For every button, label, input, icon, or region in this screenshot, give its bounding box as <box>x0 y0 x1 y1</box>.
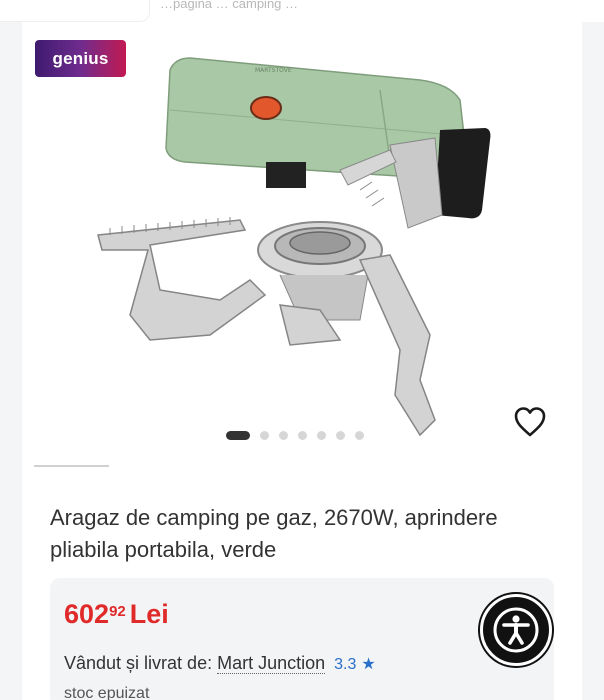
pagination-dot[interactable] <box>298 430 307 440</box>
seller-rating: 3.3 <box>334 656 357 673</box>
pagination-dot-active[interactable] <box>226 430 250 440</box>
product-image[interactable]: MARTSTOVE <box>90 50 510 445</box>
top-strip: …pagină … camping … <box>0 0 604 22</box>
top-tab-chip[interactable] <box>0 0 150 22</box>
pagination-dot[interactable] <box>260 430 269 440</box>
gallery-divider <box>34 465 109 467</box>
top-partial-text: …pagină … camping … <box>160 0 299 11</box>
star-icon: ★ <box>361 656 376 673</box>
accessibility-icon <box>493 607 539 653</box>
accessibility-button[interactable] <box>480 594 552 666</box>
page-margin-right <box>582 0 604 700</box>
gallery-pagination[interactable] <box>226 430 364 440</box>
price-decimals: 92 <box>109 603 126 620</box>
seller-line: Vândut și livrat de: Mart Junction 3.3 ★ <box>64 651 376 677</box>
stock-status: stoc epuizat <box>64 685 150 700</box>
favorite-heart-icon[interactable] <box>512 404 548 440</box>
pagination-dot[interactable] <box>355 430 364 440</box>
seller-prefix: Vândut și livrat de: <box>64 653 213 673</box>
price-integer: 602 <box>64 599 110 629</box>
pagination-dot[interactable] <box>279 430 288 440</box>
page-margin-left <box>0 0 22 700</box>
price-currency: Lei <box>129 599 169 629</box>
svg-text:MARTSTOVE: MARTSTOVE <box>255 67 292 74</box>
pagination-dot[interactable] <box>336 430 345 440</box>
seller-name-link[interactable]: Mart Junction <box>217 653 326 674</box>
product-price: 60292 Lei <box>64 596 169 632</box>
pagination-dot[interactable] <box>317 430 326 440</box>
stove-body: MARTSTOVE <box>165 57 491 219</box>
product-title: Aragaz de camping pe gaz, 2670W, aprinde… <box>50 505 498 562</box>
stove-burner <box>257 221 383 321</box>
